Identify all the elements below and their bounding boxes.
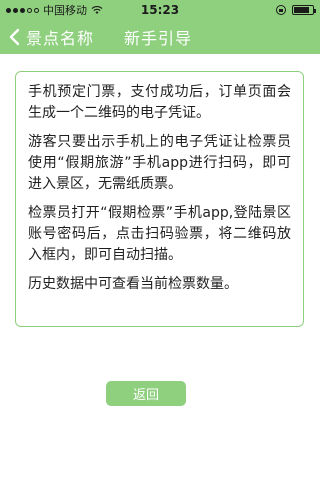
return-button[interactable]: 返回 [106, 381, 186, 406]
guide-paragraph: 手机预定门票，支付成功后，订单页面会生成一个二维码的电子凭证。 [28, 84, 291, 121]
status-time: 15:23 [140, 3, 180, 17]
guide-card: 手机预定门票，支付成功后，订单页面会生成一个二维码的电子凭证。 游客只要出示手机… [15, 71, 304, 327]
page-title: 新手引导 [124, 29, 193, 48]
guide-paragraph: 检票员打开“假期检票”手机app,登陆景区账号密码后，点击扫码验票，将二维码放入… [28, 205, 291, 263]
status-bar: 中国移动 15:23 [0, 0, 320, 20]
battery-icon [292, 5, 316, 15]
orientation-lock-icon [276, 5, 286, 15]
status-right [276, 0, 316, 20]
guide-paragraph: 历史数据中可查看当前检票数量。 [28, 276, 238, 292]
chevron-left-icon [9, 28, 20, 46]
back-button[interactable]: 景点名称 [0, 25, 94, 49]
nav-bar: 景点名称 新手引导 [0, 20, 320, 54]
back-label: 景点名称 [26, 29, 95, 48]
guide-paragraph: 游客只要出示手机上的电子凭证让检票员使用“假期旅游”手机app进行扫码，即可进入… [28, 134, 291, 192]
